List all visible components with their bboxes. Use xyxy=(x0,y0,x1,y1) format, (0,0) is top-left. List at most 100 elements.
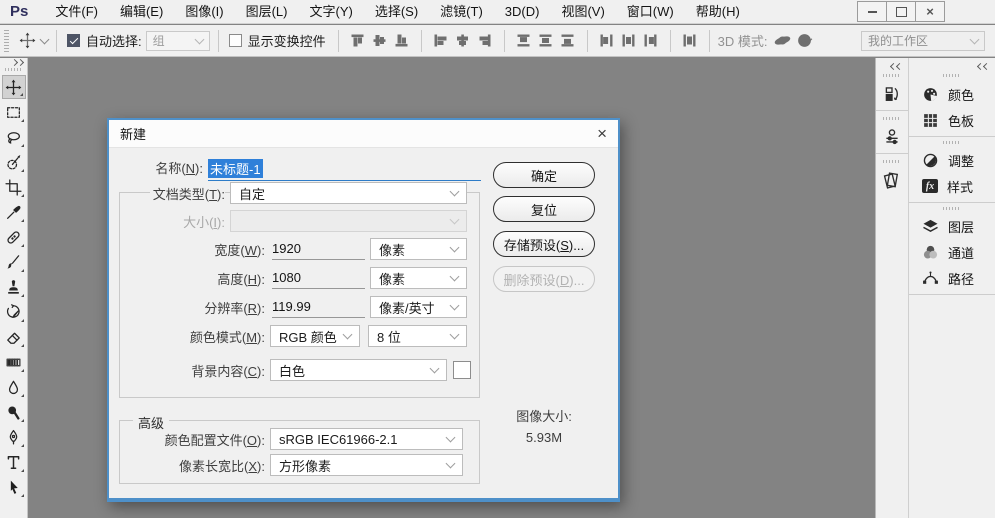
reset-button[interactable]: 复位 xyxy=(493,196,595,222)
expand-dock-icon[interactable] xyxy=(876,58,908,71)
lasso-tool-button[interactable] xyxy=(2,125,26,149)
show-transform-checkbox[interactable] xyxy=(228,34,242,47)
menu-help[interactable]: 帮助(H) xyxy=(685,0,751,24)
auto-select-target-select[interactable]: 组 xyxy=(145,30,210,51)
tools-drag-handle[interactable] xyxy=(4,68,23,71)
options-drag-handle[interactable] xyxy=(4,29,9,52)
healing-brush-tool-button[interactable] xyxy=(2,225,26,249)
orbit-3d-icon[interactable] xyxy=(771,30,793,52)
menu-select[interactable]: 选择(S) xyxy=(364,0,429,24)
dodge-tool-button[interactable] xyxy=(2,400,26,424)
menu-view[interactable]: 视图(V) xyxy=(550,0,615,24)
path-selection-tool-button[interactable] xyxy=(2,475,26,499)
dialog-title-bar[interactable]: 新建 × xyxy=(109,120,618,148)
properties-icon xyxy=(886,129,898,145)
history-icon xyxy=(885,87,898,101)
size-label: 大小(I): xyxy=(109,210,225,232)
clone-stamp-tool-button[interactable] xyxy=(2,275,26,299)
gradient-tool-button[interactable] xyxy=(2,350,26,374)
type-tool-button[interactable] xyxy=(2,450,26,474)
panel-button-styles[interactable]: fx 样式 xyxy=(909,173,995,199)
color-mode-label: 颜色模式(M): xyxy=(109,325,265,347)
eraser-tool-button[interactable] xyxy=(2,325,26,349)
maximize-button[interactable] xyxy=(886,1,916,22)
distribute-vertical-centers-button[interactable] xyxy=(535,30,557,52)
resolution-unit-select[interactable]: 像素/英寸 xyxy=(370,296,467,318)
background-contents-select[interactable]: 白色 xyxy=(270,359,447,381)
align-top-edges-button[interactable] xyxy=(347,30,369,52)
blur-tool-button[interactable] xyxy=(2,375,26,399)
menu-filter[interactable]: 滤镜(T) xyxy=(429,0,494,24)
align-left-edges-button[interactable] xyxy=(430,30,452,52)
menu-layer[interactable]: 图层(L) xyxy=(235,0,299,24)
distribute-horizontal-centers-button[interactable] xyxy=(618,30,640,52)
menu-3d[interactable]: 3D(D) xyxy=(494,0,551,24)
panel-drag-handle[interactable] xyxy=(883,74,901,77)
panel-drag-handle[interactable] xyxy=(943,207,961,210)
quick-selection-tool-button[interactable] xyxy=(2,150,26,174)
panel-button-libraries[interactable] xyxy=(879,168,905,192)
workspace-select[interactable]: 我的工作区 xyxy=(861,30,985,51)
separator xyxy=(708,29,710,52)
menu-edit[interactable]: 编辑(E) xyxy=(109,0,174,24)
distribute-spacing-button[interactable] xyxy=(679,30,701,52)
resolution-input[interactable]: 119.99 xyxy=(272,296,365,318)
panel-drag-handle[interactable] xyxy=(943,141,961,144)
distribute-bottom-edges-button[interactable] xyxy=(557,30,579,52)
close-button[interactable]: × xyxy=(915,1,945,22)
minimize-button[interactable] xyxy=(857,1,887,22)
bit-depth-select[interactable]: 8 位 xyxy=(368,325,467,347)
crop-tool-button[interactable] xyxy=(2,175,26,199)
align-vertical-centers-button[interactable] xyxy=(369,30,391,52)
align-bottom-edges-button[interactable] xyxy=(391,30,413,52)
panel-button-properties[interactable] xyxy=(879,125,905,149)
panel-button-paths[interactable]: 路径 xyxy=(909,265,995,291)
ok-button[interactable]: 确定 xyxy=(493,162,595,188)
history-brush-tool-button[interactable] xyxy=(2,300,26,324)
panel-label: 图层 xyxy=(948,219,975,235)
panel-button-layers[interactable]: 图层 xyxy=(909,213,995,239)
dialog-close-button[interactable]: × xyxy=(597,125,607,142)
document-type-select[interactable]: 自定 xyxy=(230,182,467,204)
eyedropper-tool-button[interactable] xyxy=(2,200,26,224)
height-unit-select[interactable]: 像素 xyxy=(370,267,467,289)
brush-tool-button[interactable] xyxy=(2,250,26,274)
panel-button-adjustments[interactable]: 调整 xyxy=(909,147,995,173)
align-right-edges-button[interactable] xyxy=(474,30,496,52)
pen-tool-button[interactable] xyxy=(2,425,26,449)
panel-drag-handle[interactable] xyxy=(883,160,901,163)
panel-button-history[interactable] xyxy=(879,82,905,106)
expand-dock-icon[interactable] xyxy=(909,58,995,71)
pixel-aspect-select[interactable]: 方形像素 xyxy=(270,454,463,476)
delete-preset-button[interactable]: 删除预设(D)... xyxy=(493,266,595,292)
move-tool-button[interactable] xyxy=(1,75,26,99)
color-profile-select[interactable]: sRGB IEC61966-2.1 xyxy=(270,428,463,450)
auto-select-checkbox[interactable] xyxy=(67,34,80,47)
name-input[interactable]: 未标题-1 xyxy=(208,154,481,181)
distribute-right-edges-button[interactable] xyxy=(640,30,662,52)
height-input[interactable]: 1080 xyxy=(272,267,365,289)
tool-preset-chevron-icon[interactable] xyxy=(39,34,50,44)
collapse-tools-icon[interactable] xyxy=(10,58,25,67)
panel-drag-handle[interactable] xyxy=(883,117,901,120)
width-unit-select[interactable]: 像素 xyxy=(370,238,467,260)
size-select[interactable] xyxy=(230,210,467,232)
distribute-top-edges-button[interactable] xyxy=(513,30,535,52)
background-color-swatch[interactable] xyxy=(453,361,471,379)
marquee-tool-button[interactable] xyxy=(2,100,26,124)
menu-file[interactable]: 文件(F) xyxy=(44,0,109,24)
menu-type[interactable]: 文字(Y) xyxy=(298,0,363,24)
save-preset-button[interactable]: 存储预设(S)... xyxy=(493,231,595,257)
panel-button-channels[interactable]: 通道 xyxy=(909,239,995,265)
width-input[interactable]: 1920 xyxy=(272,238,365,260)
panel-drag-handle[interactable] xyxy=(943,74,961,77)
panel-button-swatches[interactable]: 色板 xyxy=(909,107,995,133)
roll-3d-icon[interactable] xyxy=(793,30,815,52)
menu-window[interactable]: 窗口(W) xyxy=(616,0,685,24)
color-mode-select[interactable]: RGB 颜色 xyxy=(270,325,360,347)
distribute-left-edges-button[interactable] xyxy=(596,30,618,52)
separator xyxy=(876,110,908,111)
menu-image[interactable]: 图像(I) xyxy=(174,0,234,24)
panel-button-color[interactable]: 颜色 xyxy=(909,81,995,107)
align-horizontal-centers-button[interactable] xyxy=(452,30,474,52)
